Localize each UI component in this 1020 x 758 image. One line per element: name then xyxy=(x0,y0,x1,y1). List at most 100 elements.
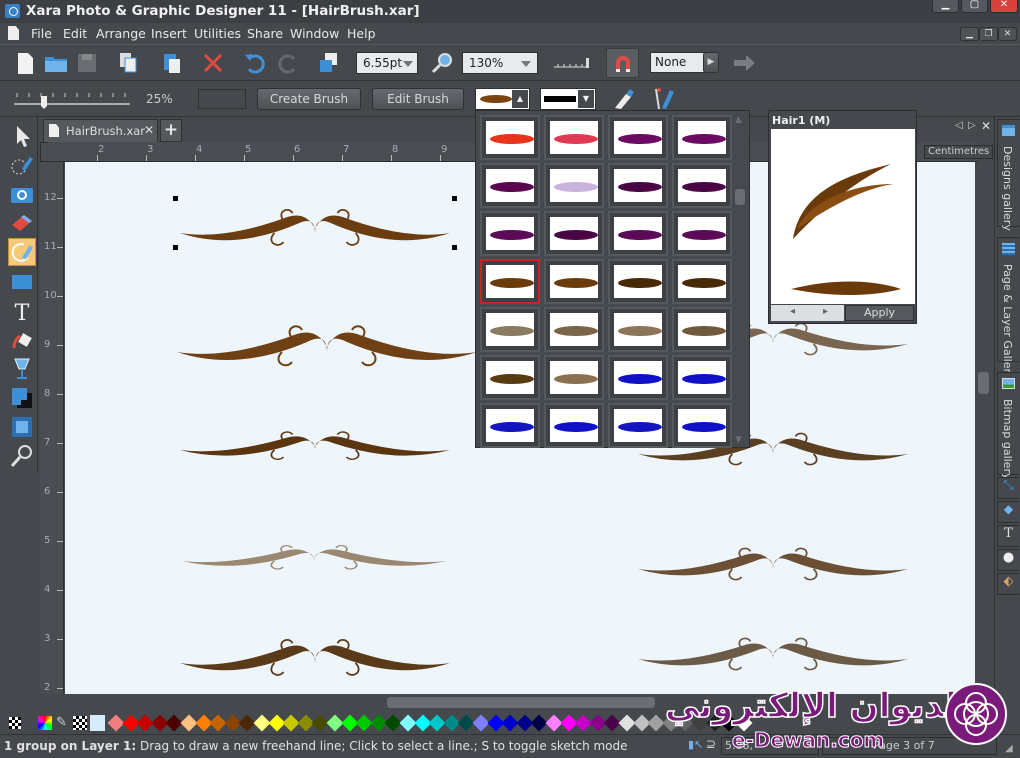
shadow-tool-icon[interactable] xyxy=(8,384,36,412)
brush-item-purple-dumbbell[interactable] xyxy=(480,211,540,256)
arrange-icon[interactable] xyxy=(316,50,342,76)
brush-item-fur-light[interactable] xyxy=(544,355,604,400)
tag-icon[interactable]: ⬖ xyxy=(997,573,1019,595)
vertical-ruler[interactable]: 12 11 10 9 8 7 6 5 4 3 2 xyxy=(40,162,64,694)
text-tool-icon[interactable]: T xyxy=(8,297,36,325)
minimize-button[interactable]: ▁ xyxy=(932,0,959,13)
menu-file[interactable]: File xyxy=(31,26,52,41)
brush-item-purple-chevrons[interactable] xyxy=(480,163,540,208)
transparent-swatch[interactable] xyxy=(73,716,87,730)
undo-icon[interactable] xyxy=(242,50,268,76)
color-palette-icon[interactable]: ● xyxy=(997,549,1019,571)
brush-item-fuzz-2[interactable] xyxy=(608,307,668,352)
selection-handle[interactable] xyxy=(452,245,457,250)
bevel-tool-icon[interactable] xyxy=(8,413,36,441)
brush-item-blue-stroke-4[interactable] xyxy=(672,403,732,448)
edit-brush-button[interactable]: Edit Brush xyxy=(372,88,464,110)
maximize-button[interactable]: ▢ xyxy=(961,0,988,13)
preview-next-button[interactable]: ▸ xyxy=(823,306,828,317)
freehand-brush-tool[interactable] xyxy=(8,238,36,266)
selection-mode-icon[interactable]: ▮↖ xyxy=(688,738,703,754)
brush-item-hair-3[interactable] xyxy=(608,259,668,304)
menu-window[interactable]: Window xyxy=(290,26,339,41)
transform-icon[interactable]: ⤡ xyxy=(997,477,1019,499)
brush-edit-tools-icon[interactable] xyxy=(650,86,676,112)
current-color-swatch[interactable] xyxy=(90,715,105,731)
brush-item-purple-triangles[interactable] xyxy=(672,115,732,160)
open-folder-icon[interactable] xyxy=(43,50,69,76)
copy-icon[interactable] xyxy=(116,50,142,76)
brush-item-purple-pods[interactable] xyxy=(608,163,668,208)
snap-mode-icon[interactable]: ⊇ xyxy=(706,737,716,751)
new-document-icon[interactable] xyxy=(12,50,38,76)
menu-insert[interactable]: Insert xyxy=(151,26,187,41)
menu-arrange[interactable]: Arrange xyxy=(96,26,146,41)
tab-hairbrush[interactable]: HairBrush.xar ✕ xyxy=(43,119,158,142)
stroke-dropdown-arrow-icon[interactable]: ▼ xyxy=(578,90,594,108)
snap-option-field[interactable]: None xyxy=(650,52,706,73)
tab-designs-gallery[interactable]: Designs gallery xyxy=(997,119,1019,231)
brush-item-fuzz-chain[interactable] xyxy=(480,307,540,352)
line-width-dropdown-icon[interactable] xyxy=(403,61,413,67)
tab-bitmap-gallery[interactable]: Bitmap gallery xyxy=(997,372,1019,480)
delete-icon[interactable] xyxy=(200,50,226,76)
brush-item-lavender-band[interactable] xyxy=(544,163,604,208)
photo-tool-icon[interactable] xyxy=(8,180,36,208)
preview-prev-button[interactable]: ◂ xyxy=(790,306,795,317)
brush-item-red-splatter[interactable] xyxy=(544,115,604,160)
create-brush-button[interactable]: Create Brush xyxy=(257,88,361,110)
rectangle-tool-icon[interactable] xyxy=(8,268,36,296)
selection-handle[interactable] xyxy=(173,196,178,201)
menu-edit[interactable]: Edit xyxy=(63,26,87,41)
brush-item-red-orange-spray[interactable] xyxy=(480,115,540,160)
fill-tool-icon[interactable] xyxy=(8,326,36,354)
brush-item-hair-1[interactable] xyxy=(480,259,540,304)
brush-item-hair-4[interactable] xyxy=(672,259,732,304)
brush-item-purple-arrow[interactable] xyxy=(672,163,732,208)
doc-close-button[interactable]: ✕ xyxy=(998,27,1017,41)
brush-item-purple-zigzag[interactable] xyxy=(608,115,668,160)
stroke-shape-dropdown[interactable]: ▼ xyxy=(540,88,596,110)
no-color-swatch[interactable] xyxy=(9,717,21,729)
brush-item-blue-stroke-1[interactable] xyxy=(608,355,668,400)
gallery-close-icon[interactable]: ✕ xyxy=(981,119,991,133)
transparency-tool-icon[interactable] xyxy=(8,355,36,383)
brush-type-dropdown[interactable]: ▲ xyxy=(475,88,530,110)
eyedropper-icon[interactable]: ✎ xyxy=(56,715,67,730)
zoom-dropdown-icon[interactable] xyxy=(521,61,531,67)
brush-item-purple-taper[interactable] xyxy=(672,211,732,256)
zoom-tool-icon[interactable] xyxy=(430,50,456,76)
fill-gallery-icon[interactable]: ◆ xyxy=(997,501,1019,523)
brush-item-hair-2[interactable] xyxy=(544,259,604,304)
brush-gallery-scrollbar[interactable]: ▲ ▼ xyxy=(734,115,746,445)
font-gallery-icon[interactable]: T xyxy=(997,525,1019,547)
horizontal-scroll-thumb[interactable] xyxy=(387,697,655,708)
doc-minimize-button[interactable]: ▁ xyxy=(960,27,979,41)
brush-item-blue-stroke-2[interactable] xyxy=(480,403,540,448)
redo-icon[interactable] xyxy=(275,50,301,76)
selector-tool-icon[interactable] xyxy=(8,122,36,150)
menu-help[interactable]: Help xyxy=(347,26,376,41)
brush-item-purple-swoosh[interactable] xyxy=(544,211,604,256)
close-button[interactable]: ✕ xyxy=(990,0,1018,13)
vertical-scrollbar[interactable] xyxy=(975,162,992,694)
selection-handle[interactable] xyxy=(173,245,178,250)
brush-item-fur-dark[interactable] xyxy=(480,355,540,400)
tab-page-layer-gallery[interactable]: Page & Layer Gallery xyxy=(997,237,1019,380)
brush-item-blue-dabs[interactable] xyxy=(672,355,732,400)
scroll-up-icon[interactable]: ▲ xyxy=(735,115,742,125)
selection-handle[interactable] xyxy=(452,196,457,201)
brush-dropdown-arrow-icon[interactable]: ▲ xyxy=(512,90,528,108)
gallery-prev-icon[interactable]: ◁ xyxy=(955,120,963,131)
tab-close-icon[interactable]: ✕ xyxy=(144,123,154,137)
units-label[interactable]: Centimetres xyxy=(924,145,994,159)
brush-pressure-icon[interactable] xyxy=(610,86,636,112)
gallery-next-icon[interactable]: ▷ xyxy=(968,120,976,131)
doc-restore-button[interactable]: ❐ xyxy=(979,27,998,41)
vertical-scroll-thumb[interactable] xyxy=(978,372,989,394)
ruler-slider-icon[interactable] xyxy=(552,55,592,71)
snap-option-arrow-button[interactable]: ▶ xyxy=(703,52,719,73)
brush-item-fuzz-3[interactable] xyxy=(672,307,732,352)
forward-arrow-icon[interactable] xyxy=(731,50,757,76)
zoom-tool-icon[interactable] xyxy=(8,442,36,470)
